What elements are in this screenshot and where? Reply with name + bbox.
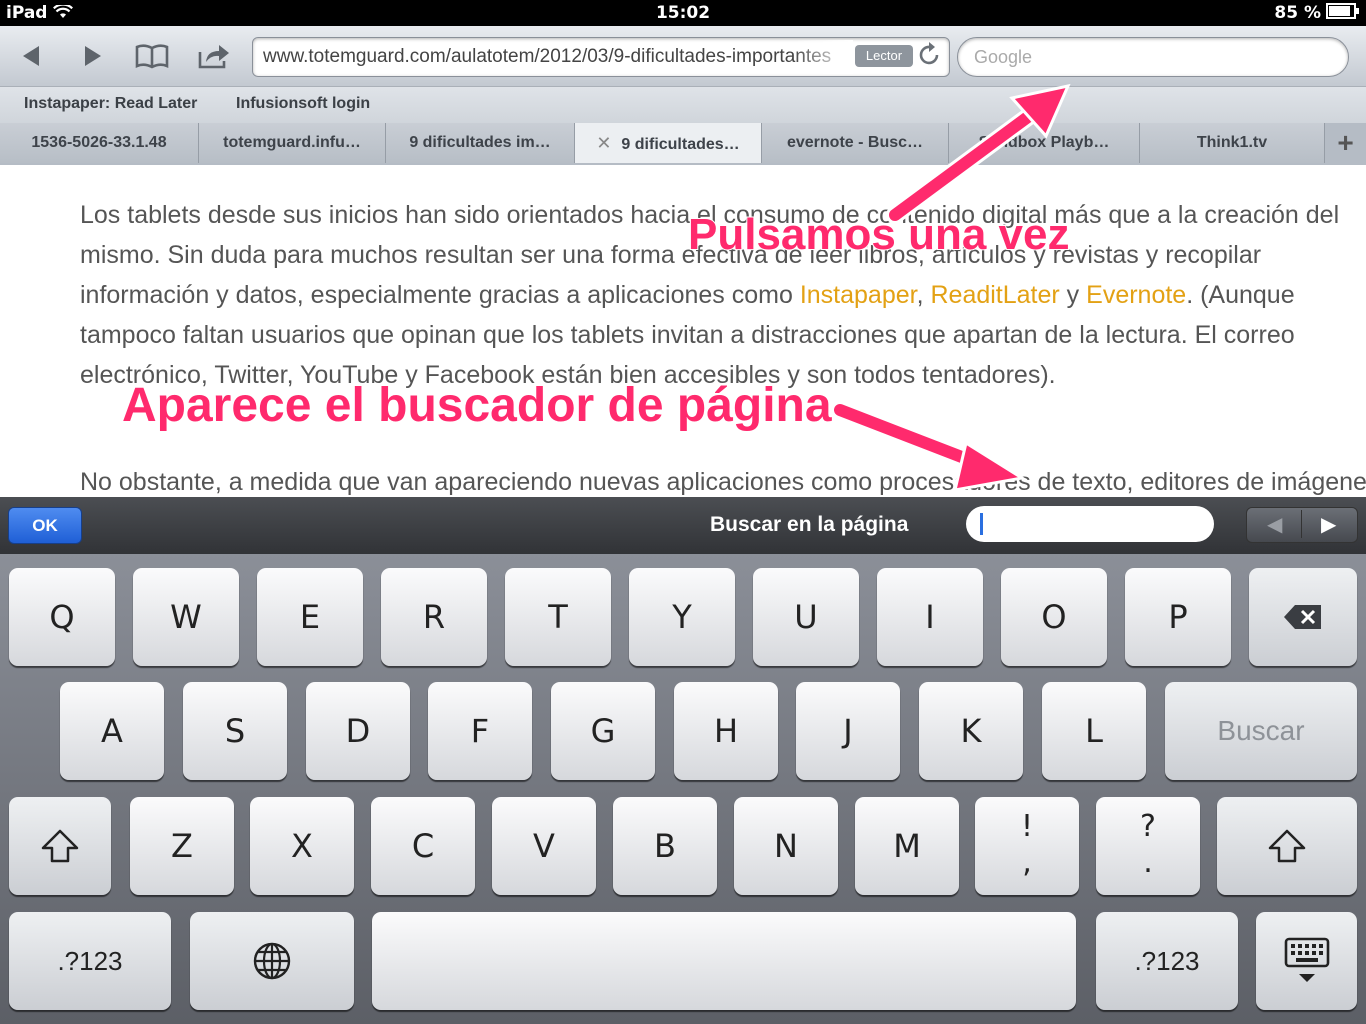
- status-bar: iPad 15:02 85 %: [0, 0, 1366, 26]
- battery-indicator: 85 %: [1274, 3, 1359, 23]
- shift-key-left[interactable]: [9, 797, 111, 895]
- key-e[interactable]: E: [257, 568, 363, 666]
- backspace-icon: [1284, 605, 1321, 629]
- find-in-page-bar: OK Buscar en la página ◀ ▶: [0, 497, 1366, 554]
- annotation-top: Pulsamos una vez: [687, 209, 1070, 260]
- shift-key-right[interactable]: [1217, 797, 1357, 895]
- tab-item[interactable]: totemguard.infu…: [199, 123, 386, 163]
- key-t[interactable]: T: [505, 568, 611, 666]
- prev-next-control: ◀ ▶: [1246, 507, 1358, 543]
- key-m[interactable]: M: [855, 797, 959, 895]
- key-x[interactable]: X: [250, 797, 354, 895]
- tab-item[interactable]: evernote - Busc…: [762, 123, 949, 163]
- article-paragraph: No obstante, a medida que van apareciend…: [80, 468, 1366, 496]
- url-text: www.totemguard.com/aulatotem/2012/03/9-d…: [263, 46, 832, 67]
- numbers-key-left[interactable]: .?123: [9, 912, 171, 1010]
- backspace-key[interactable]: [1249, 568, 1357, 666]
- key-v[interactable]: V: [492, 797, 596, 895]
- numbers-key-right[interactable]: .?123: [1096, 912, 1238, 1010]
- search-input[interactable]: Google: [957, 37, 1349, 77]
- new-tab-plus-icon[interactable]: +: [1325, 123, 1366, 163]
- previous-result-icon[interactable]: ◀: [1267, 512, 1282, 537]
- key-q[interactable]: Q: [9, 568, 115, 666]
- key-exclamation-comma[interactable]: !,: [975, 797, 1079, 895]
- key-s[interactable]: S: [183, 682, 287, 780]
- key-h[interactable]: H: [674, 682, 778, 780]
- clock: 15:02: [655, 3, 711, 23]
- share-icon[interactable]: [194, 36, 234, 76]
- find-label: Buscar en la página: [710, 513, 909, 536]
- key-w[interactable]: W: [133, 568, 239, 666]
- bookmark-infusionsoft[interactable]: Infusionsoft login: [236, 95, 370, 113]
- key-a[interactable]: A: [60, 682, 164, 780]
- link-readitlater[interactable]: ReaditLater: [930, 281, 1059, 309]
- tab-item[interactable]: Sandbox Playb…: [949, 123, 1140, 163]
- key-r[interactable]: R: [381, 568, 487, 666]
- url-field[interactable]: www.totemguard.com/aulatotem/2012/03/9-d…: [252, 37, 950, 77]
- reader-button[interactable]: Lector: [855, 45, 913, 67]
- next-result-icon[interactable]: ▶: [1321, 512, 1336, 537]
- onscreen-keyboard: Q W E R T Y U I O P A S D F G H J K L Bu…: [0, 554, 1366, 1024]
- bookmarks-bar: Instapaper: Read Later Infusionsoft logi…: [0, 87, 1366, 123]
- key-j[interactable]: J: [796, 682, 900, 780]
- tab-item[interactable]: 9 dificultades im…: [386, 123, 575, 163]
- bookmark-instapaper[interactable]: Instapaper: Read Later: [24, 95, 197, 113]
- globe-icon: [253, 942, 291, 980]
- bookmarks-book-icon[interactable]: [132, 36, 172, 76]
- key-d[interactable]: D: [306, 682, 410, 780]
- key-y[interactable]: Y: [629, 568, 735, 666]
- space-bar[interactable]: [372, 912, 1076, 1010]
- ok-button[interactable]: OK: [8, 507, 82, 544]
- key-n[interactable]: N: [734, 797, 838, 895]
- search-placeholder: Google: [974, 47, 1033, 67]
- close-tab-icon[interactable]: ✕: [596, 133, 611, 153]
- tab-item[interactable]: 1536-5026-33.1.48: [0, 123, 199, 163]
- find-input[interactable]: [966, 506, 1214, 542]
- page-content: Los tablets desde sus inicios han sido o…: [0, 165, 1366, 497]
- key-f[interactable]: F: [428, 682, 532, 780]
- key-i[interactable]: I: [877, 568, 983, 666]
- globe-key[interactable]: [190, 912, 354, 1010]
- key-o[interactable]: O: [1001, 568, 1107, 666]
- tab-item-active[interactable]: ✕ 9 dificultades…: [575, 123, 762, 163]
- annotation-middle: Aparece el buscador de página: [121, 378, 833, 433]
- key-b[interactable]: B: [613, 797, 717, 895]
- battery-icon: [1326, 3, 1359, 19]
- key-u[interactable]: U: [753, 568, 859, 666]
- key-question-period[interactable]: ?.: [1096, 797, 1200, 895]
- key-l[interactable]: L: [1042, 682, 1146, 780]
- key-c[interactable]: C: [371, 797, 475, 895]
- hide-keyboard-key[interactable]: [1256, 912, 1357, 1010]
- forward-arrow-icon[interactable]: [72, 36, 112, 76]
- key-k[interactable]: K: [919, 682, 1023, 780]
- key-p[interactable]: P: [1125, 568, 1231, 666]
- link-evernote[interactable]: Evernote: [1086, 281, 1186, 309]
- reload-icon[interactable]: [918, 41, 942, 76]
- key-g[interactable]: G: [551, 682, 655, 780]
- text-caret: [980, 513, 983, 535]
- back-arrow-icon[interactable]: [12, 36, 52, 76]
- tab-item[interactable]: Think1.tv: [1140, 123, 1325, 163]
- browser-toolbar: www.totemguard.com/aulatotem/2012/03/9-d…: [0, 26, 1366, 87]
- search-key[interactable]: Buscar: [1165, 682, 1357, 780]
- shift-arrow-icon: [41, 829, 79, 863]
- key-z[interactable]: Z: [130, 797, 234, 895]
- shift-arrow-icon: [1268, 829, 1306, 863]
- tab-bar: 1536-5026-33.1.48 totemguard.infu… 9 dif…: [0, 123, 1366, 166]
- hide-keyboard-icon: [1284, 937, 1329, 982]
- link-instapaper[interactable]: Instapaper: [800, 281, 917, 309]
